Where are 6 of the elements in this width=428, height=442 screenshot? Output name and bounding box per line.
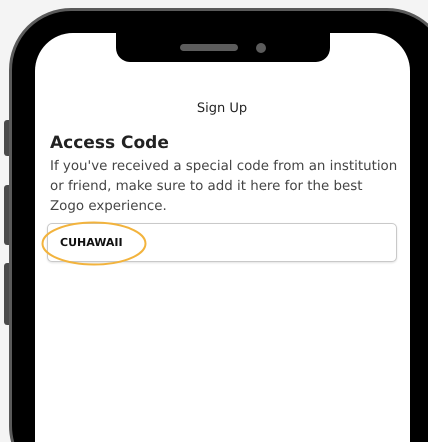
speaker-icon xyxy=(180,44,238,51)
screen-title: Sign Up xyxy=(196,101,248,116)
camera-icon xyxy=(256,42,266,52)
section-heading: Access Code xyxy=(49,133,170,153)
description-text: If you've received a special code from an institution or friend, make sure to add it here for the best Zogo experience. xyxy=(49,158,398,216)
access-code-field[interactable]: CUHAWAII xyxy=(47,223,397,262)
